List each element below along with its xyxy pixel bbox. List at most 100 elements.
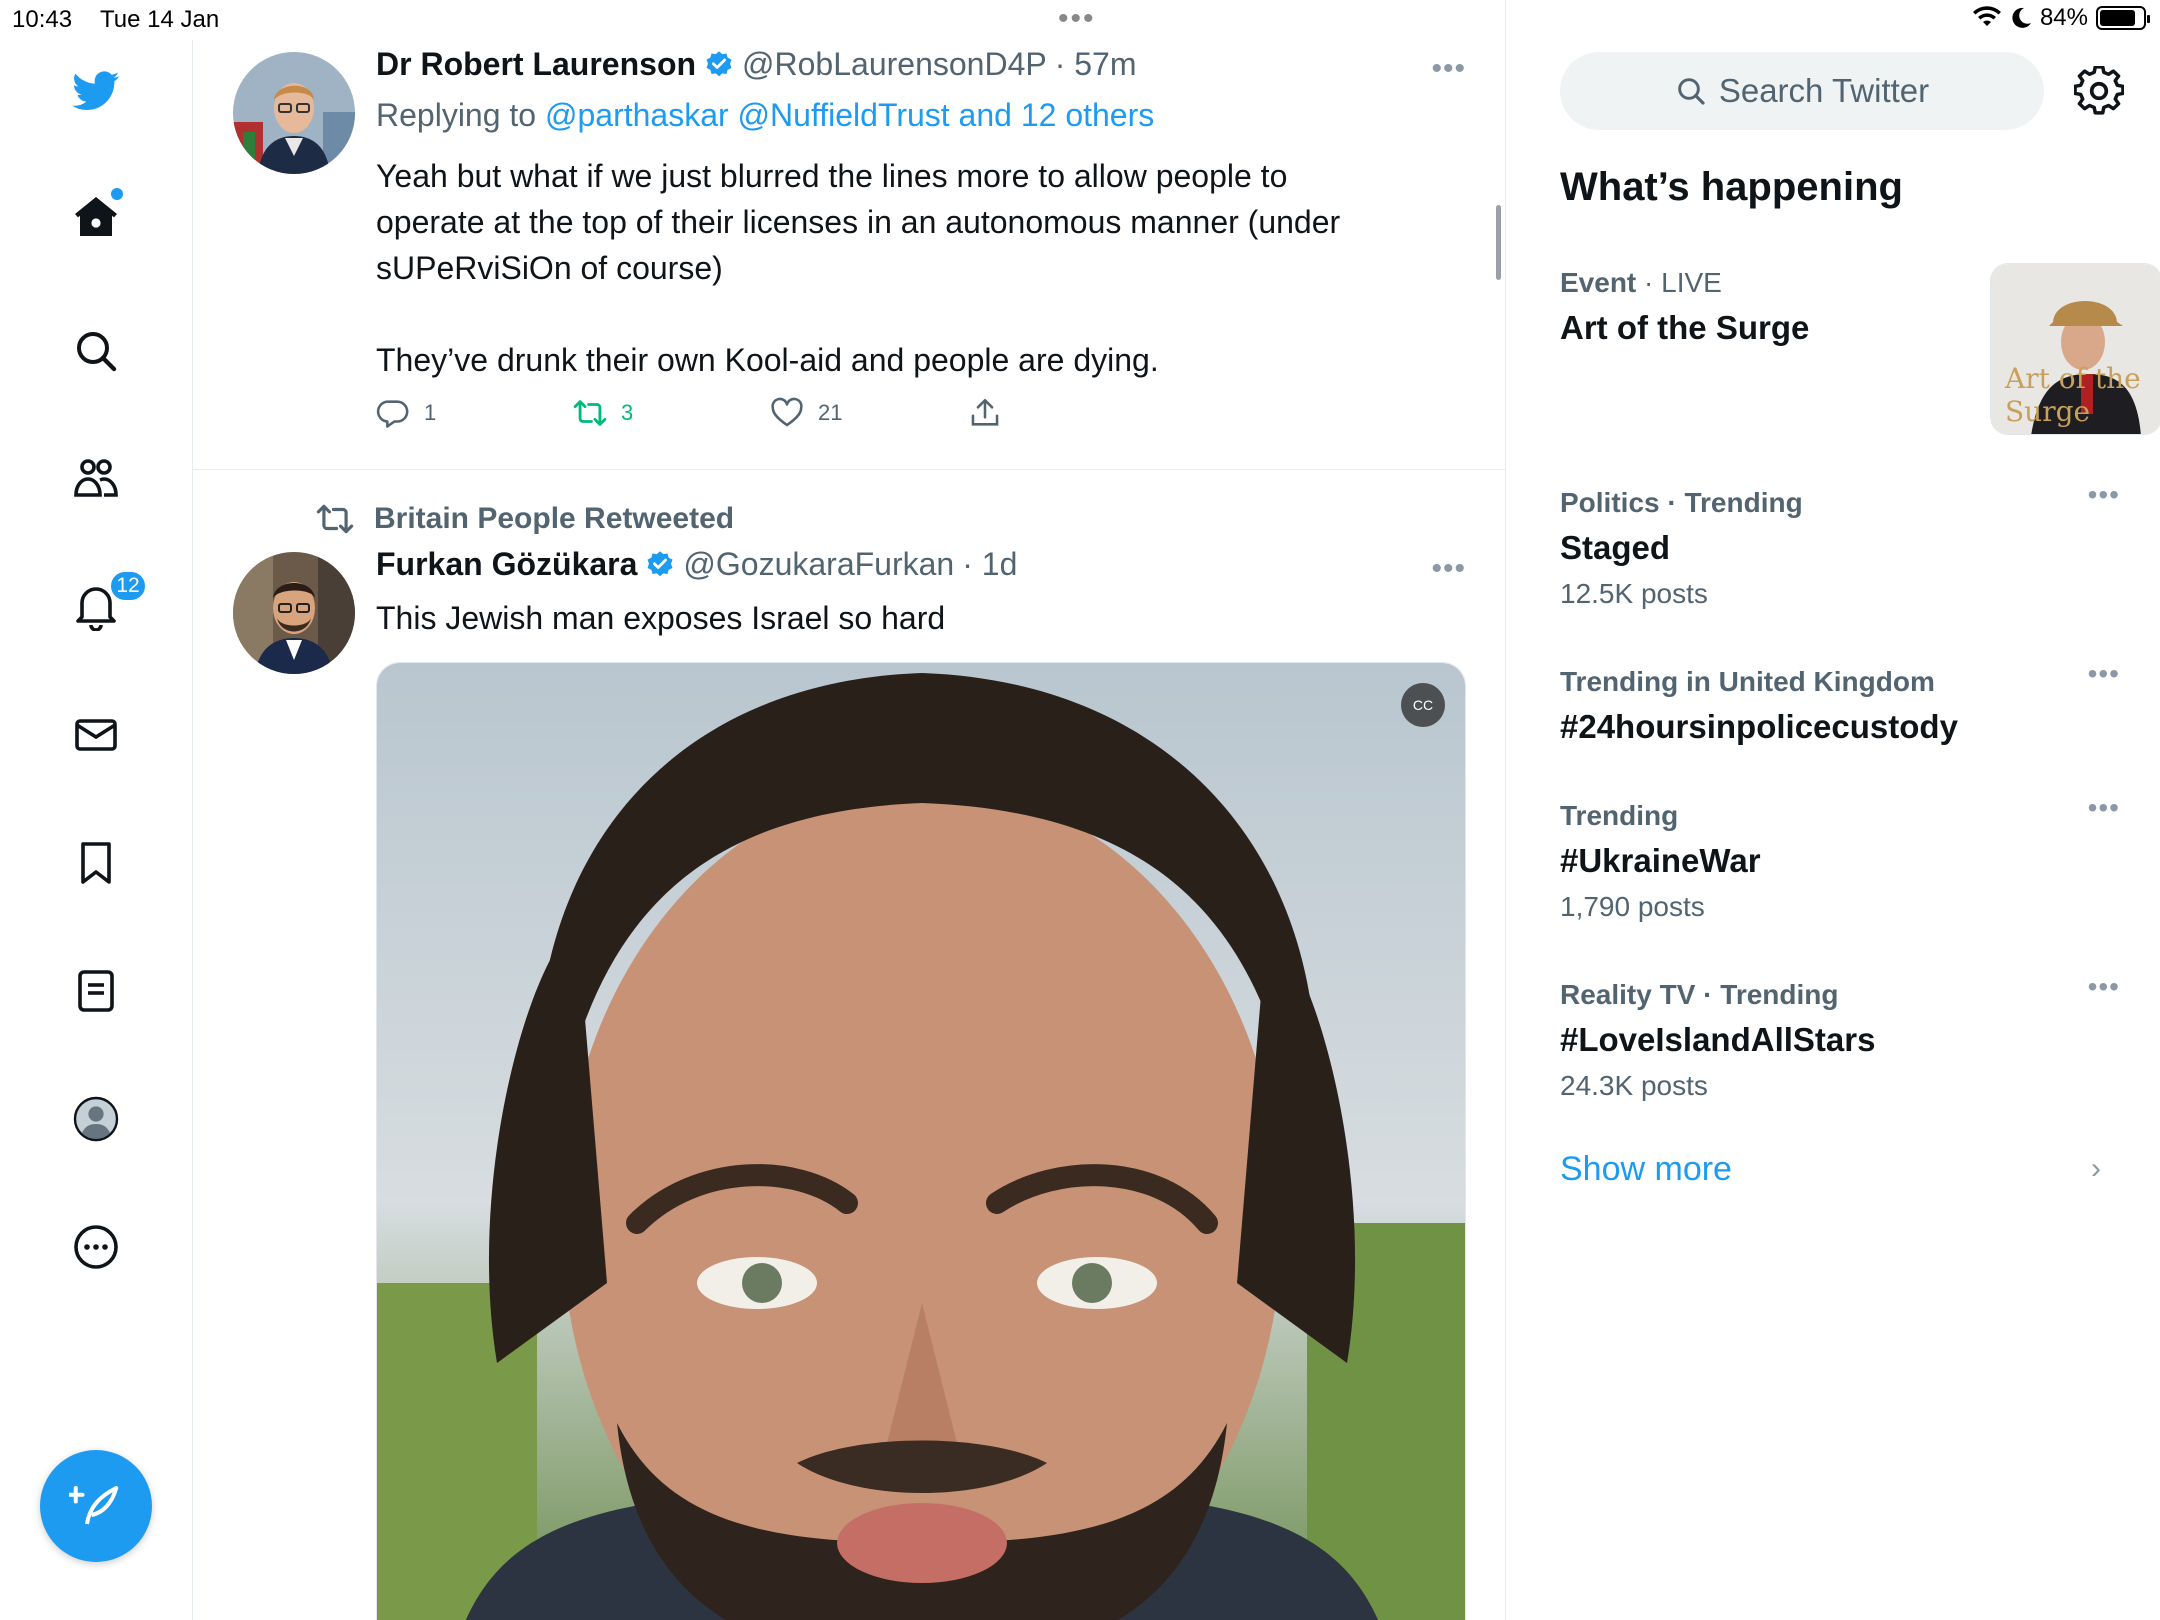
trend-more-icon[interactable]: ••• <box>2088 658 2120 690</box>
retweet-button[interactable]: 3 <box>573 396 633 430</box>
home-new-dot <box>111 188 123 200</box>
trend-name: #24hoursinpolicecustody <box>1560 708 1958 745</box>
tweet-time[interactable]: · 1d <box>962 546 1017 583</box>
like-count: 21 <box>818 400 843 425</box>
retweeted-by-label: Britain People Retweeted <box>316 500 734 538</box>
replying-to: Replying to @parthaskar @NuffieldTrust a… <box>376 97 1154 134</box>
trend-item[interactable]: Reality TV · Trending #LoveIslandAllStar… <box>1560 971 2120 1107</box>
tweet-divider <box>193 469 1505 470</box>
trend-more-icon[interactable]: ••• <box>2088 971 2120 1003</box>
tweet-text: This Jewish man exposes Israel so hard <box>376 595 1456 641</box>
video-player[interactable]: CC <box>376 662 1466 1620</box>
trend-category: Event <box>1560 267 1637 298</box>
tweet-text-line: operate at the top of their licenses in … <box>376 204 1341 240</box>
nav-more[interactable] <box>67 1218 125 1276</box>
search-placeholder: Search Twitter <box>1718 72 1930 109</box>
retweeted-by-text[interactable]: Britain People Retweeted <box>374 502 734 536</box>
trend-category: Reality TV · Trending <box>1560 979 1839 1010</box>
search-icon <box>77 332 117 372</box>
share-button[interactable] <box>968 396 1002 430</box>
tweet-text-line: sUPeRviSiOn of course) <box>376 250 723 286</box>
author-name[interactable]: Furkan Gözükara <box>376 546 637 583</box>
retweet-icon <box>573 400 607 426</box>
verified-badge-icon <box>706 50 732 76</box>
trend-category: Politics · Trending <box>1560 487 1803 518</box>
trend-category: Trending <box>1560 800 1679 831</box>
home-icon <box>75 197 117 236</box>
trend-category: Trending in United Kingdom <box>1560 666 1935 697</box>
trend-count: 1,790 posts <box>1560 891 1705 922</box>
tweet-actions: 1 3 21 <box>376 390 1076 430</box>
author-handle[interactable]: @RobLaurensonD4P <box>742 46 1047 83</box>
reply-icon <box>376 400 409 428</box>
nav-notifications[interactable]: 12 <box>67 570 147 636</box>
event-thumbnail-text: Art of the Surge <box>2005 362 2141 428</box>
tweet-text-line: Yeah but what if we just blurred the lin… <box>376 158 1288 194</box>
more-circle-icon <box>74 1225 118 1269</box>
trend-more-icon[interactable]: ••• <box>2088 479 2120 511</box>
avatar[interactable] <box>233 52 355 174</box>
trend-item-event[interactable]: Event · LIVE Art of the Surge Art of the… <box>1560 263 2160 435</box>
retweet-count: 3 <box>621 400 634 425</box>
nav-home[interactable] <box>67 188 125 246</box>
lists-icon <box>78 970 114 1012</box>
clock: 10:43 <box>12 6 73 33</box>
trend-item[interactable]: Trending in United Kingdom #24hoursinpol… <box>1560 658 2120 752</box>
trend-name: #LoveIslandAllStars <box>1560 1021 1876 1058</box>
nav-lists[interactable] <box>67 962 125 1020</box>
replying-to-links[interactable]: @parthaskar @NuffieldTrust and 12 others <box>545 97 1154 133</box>
retweet-icon <box>316 504 354 534</box>
tweet-more-icon[interactable]: ••• <box>1431 552 1466 586</box>
twitter-logo-icon[interactable] <box>67 62 125 120</box>
search-icon <box>1678 78 1705 105</box>
chevron-right-icon[interactable]: › <box>2091 1152 2101 1186</box>
tweet-text: Yeah but what if we just blurred the lin… <box>376 153 1456 383</box>
share-icon <box>971 398 999 426</box>
nav-profile[interactable] <box>67 1090 125 1148</box>
nav-messages[interactable] <box>67 706 125 764</box>
profile-avatar-icon <box>73 1096 119 1142</box>
scrollbar[interactable] <box>1496 205 1501 280</box>
reply-count: 1 <box>424 400 437 425</box>
left-nav: 12 <box>0 40 193 1620</box>
trend-live-status: · LIVE <box>1644 267 1722 298</box>
notifications-badge: 12 <box>109 570 147 602</box>
avatar[interactable] <box>233 552 355 674</box>
tweet-more-icon[interactable]: ••• <box>1431 52 1466 86</box>
trend-count: 24.3K posts <box>1560 1070 1708 1101</box>
closed-captions-icon[interactable]: CC <box>1401 683 1445 727</box>
tweet-header: Furkan Gözükara @GozukaraFurkan · 1d <box>376 546 1017 583</box>
envelope-icon <box>75 719 117 751</box>
author-name[interactable]: Dr Robert Laurenson <box>376 46 696 83</box>
communities-icon <box>74 459 118 497</box>
verified-badge-icon <box>647 550 673 576</box>
show-more-link[interactable]: Show more <box>1560 1150 1732 1189</box>
tweet-text-line: They’ve drunk their own Kool-aid and peo… <box>376 342 1159 378</box>
gear-icon[interactable] <box>2074 66 2124 116</box>
trend-item[interactable]: Trending #UkraineWar 1,790 posts ••• <box>1560 792 2120 928</box>
event-thumbnail[interactable]: Art of the Surge <box>1990 263 2160 435</box>
search-twitter-field[interactable]: Search Twitter <box>1560 52 2044 130</box>
like-button[interactable]: 21 <box>770 396 842 430</box>
trend-name: Staged <box>1560 529 1671 566</box>
nav-explore[interactable] <box>67 322 125 380</box>
timeline[interactable]: Dr Robert Laurenson @RobLaurensonD4P · 5… <box>193 0 1506 1620</box>
trend-count: 12.5K posts <box>1560 578 1708 609</box>
compose-feather-icon <box>69 1485 119 1525</box>
nav-communities[interactable] <box>67 450 125 508</box>
replying-prefix: Replying to <box>376 97 537 133</box>
right-sidebar: Search Twitter What’s happening Event · … <box>1506 0 2160 1620</box>
tweet-text-line: This Jewish man exposes Israel so hard <box>376 600 946 636</box>
compose-tweet-button[interactable] <box>40 1450 152 1562</box>
heart-icon <box>771 397 803 427</box>
tweet-time[interactable]: · 57m <box>1055 46 1137 83</box>
trend-name: #UkraineWar <box>1560 842 1761 879</box>
trend-more-icon[interactable]: ••• <box>2088 792 2120 824</box>
bookmark-icon <box>81 842 111 884</box>
nav-bookmarks[interactable] <box>67 834 125 892</box>
whats-happening-title: What’s happening <box>1560 165 1903 209</box>
author-handle[interactable]: @GozukaraFurkan <box>683 546 954 583</box>
reply-button[interactable]: 1 <box>376 396 436 430</box>
tweet-header: Dr Robert Laurenson @RobLaurensonD4P · 5… <box>376 46 1137 83</box>
trend-item[interactable]: Politics · Trending Staged 12.5K posts •… <box>1560 479 2120 615</box>
